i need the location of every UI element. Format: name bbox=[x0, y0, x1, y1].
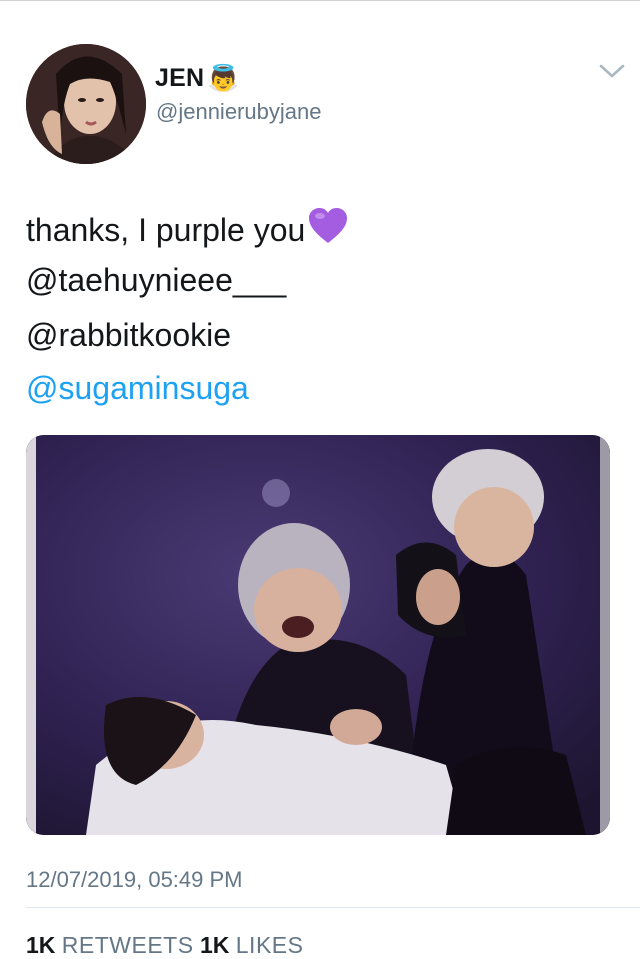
tweet-detail: JEN 👼 @jennierubyjane thanks, I purple y… bbox=[0, 0, 640, 958]
retweets-count[interactable]: 1K bbox=[26, 932, 55, 958]
tweet-media-image[interactable] bbox=[26, 435, 610, 835]
author-display-name[interactable]: JEN bbox=[155, 64, 204, 93]
mention-sugaminsuga[interactable]: @sugaminsuga bbox=[26, 370, 249, 407]
avatar[interactable] bbox=[26, 44, 146, 164]
likes-label[interactable]: LIKES bbox=[236, 932, 304, 958]
chevron-down-icon[interactable] bbox=[598, 60, 626, 82]
stats-divider bbox=[26, 907, 640, 908]
tweet-text: thanks, I purple you bbox=[26, 212, 306, 248]
top-divider bbox=[0, 0, 640, 1]
purple-heart-icon bbox=[307, 207, 349, 253]
angel-emoji-icon: 👼 bbox=[207, 63, 240, 93]
author-name-row[interactable]: JEN 👼 bbox=[155, 62, 240, 94]
author-handle[interactable]: @jennierubyjane bbox=[156, 99, 321, 125]
tweet-stats: 1K RETWEETS 1K LIKES bbox=[26, 932, 303, 959]
retweets-label[interactable]: RETWEETS bbox=[62, 932, 194, 958]
mention-taehuynieee[interactable]: @taehuynieee___ bbox=[26, 262, 286, 299]
tweet-timestamp: 12/07/2019, 05:49 PM bbox=[26, 867, 243, 892]
tweet-text-line: thanks, I purple you bbox=[26, 207, 349, 253]
mention-rabbitkookie[interactable]: @rabbitkookie bbox=[26, 317, 231, 354]
likes-count[interactable]: 1K bbox=[200, 932, 229, 958]
